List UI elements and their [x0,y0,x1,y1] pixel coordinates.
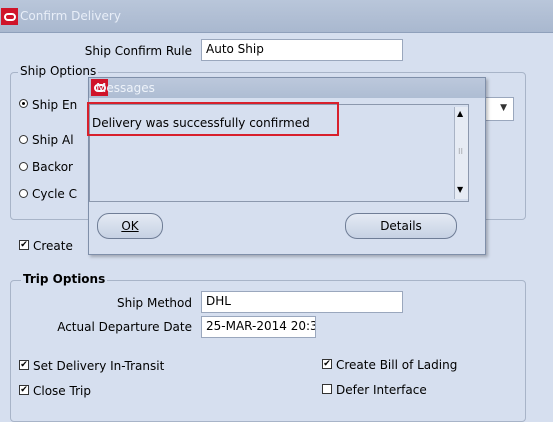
backorder-label: Backor [32,160,73,174]
ship-method-label: Ship Method [117,296,192,310]
chevron-down-icon: ▼ [500,103,507,113]
scroll-up-icon[interactable]: ▲ [457,109,463,118]
dialog-title-bar: Messages [89,78,485,98]
window-title: Confirm Delivery [20,9,121,23]
dialog-title: Messages [96,81,155,95]
oracle-logo-icon [1,8,18,25]
cycle-count-radio[interactable] [19,189,28,198]
ship-method-field[interactable]: DHL [201,291,403,313]
ok-button[interactable]: OK [97,213,163,239]
close-trip-checkbox[interactable]: ✔ [19,385,29,395]
ship-options-title: Ship Options [18,64,99,78]
ship-confirm-rule-label: Ship Confirm Rule [84,44,192,58]
trip-options-title: Trip Options [21,272,108,286]
set-in-transit-checkbox[interactable]: ✔ [19,360,29,370]
set-in-transit-label: Set Delivery In-Transit [33,359,165,373]
ship-all-radio[interactable] [19,135,28,144]
details-button[interactable]: Details [345,213,457,239]
scroll-down-icon[interactable]: ▼ [457,185,463,194]
create-label: Create [33,239,73,253]
ship-entered-radio[interactable] [19,99,28,108]
departure-date-label: Actual Departure Date [57,320,192,334]
defer-interface-checkbox[interactable] [322,384,332,394]
ship-confirm-rule-field[interactable]: Auto Ship [201,39,403,61]
window-title-bar: Confirm Delivery [0,0,553,33]
departure-date-field[interactable]: 25-MAR-2014 20:3 [201,316,316,338]
create-checkbox[interactable]: ✔ [19,240,29,250]
defer-interface-label: Defer Interface [336,383,427,397]
cycle-count-label: Cycle C [32,187,77,201]
message-text-area[interactable]: Delivery was successfully confirmed ▲ ⁝⁝… [87,102,469,202]
close-trip-label: Close Trip [33,384,91,398]
messages-dialog: Messages Delivery was successfully confi… [87,77,486,255]
backorder-radio[interactable] [19,162,28,171]
ship-all-label: Ship Al [32,133,74,147]
ship-entered-label: Ship En [32,98,78,112]
message-scrollbar[interactable]: ▲ ⁝⁝ ▼ [454,107,468,199]
create-bol-checkbox[interactable]: ✔ [322,359,332,369]
message-text: Delivery was successfully confirmed [92,116,310,130]
create-bol-label: Create Bill of Lading [336,358,458,372]
scroll-grip-icon: ⁝⁝ [458,147,464,156]
